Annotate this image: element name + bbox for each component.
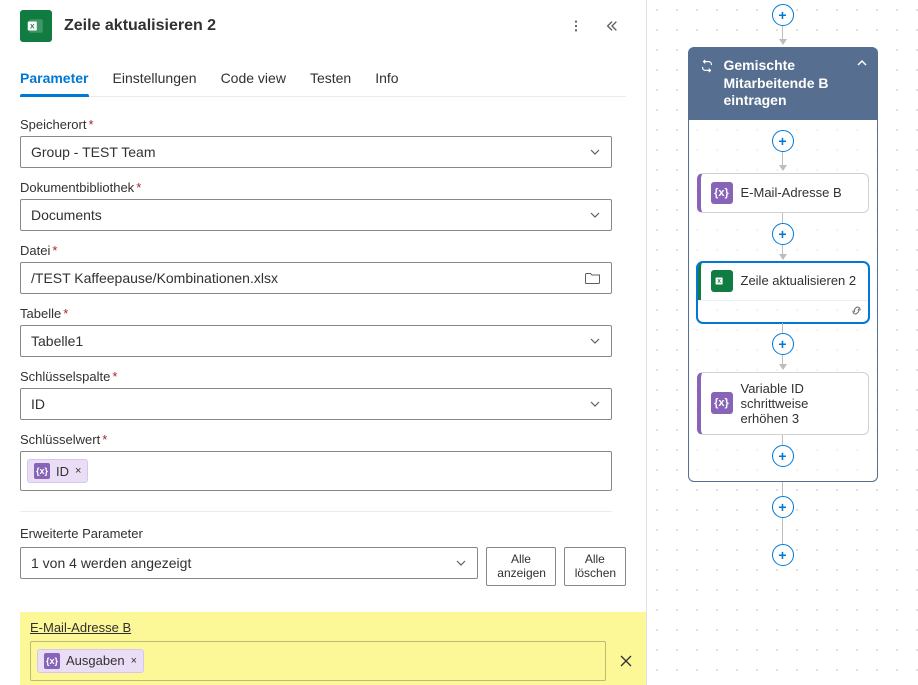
tab-settings[interactable]: Einstellungen: [113, 62, 197, 96]
flow-canvas[interactable]: + Gemischte Mitarbeitende B eintragen + …: [646, 0, 918, 685]
email-b-label: E-Mail-Adresse B: [30, 620, 638, 635]
table-dropdown[interactable]: Tabelle1: [20, 325, 612, 357]
file-input[interactable]: /TEST Kaffeepause/Kombinationen.xlsx: [20, 262, 612, 294]
tabs: Parameter Einstellungen Code view Testen…: [20, 62, 626, 97]
ausgaben-token[interactable]: {x} Ausgaben ×: [37, 649, 144, 673]
svg-text:X: X: [30, 23, 35, 30]
tab-parameter[interactable]: Parameter: [20, 62, 89, 96]
link-indicator: [697, 300, 869, 323]
keycol-dropdown[interactable]: ID: [20, 388, 612, 420]
arrow-icon: [779, 364, 787, 370]
panel-header: X Zeile aktualisieren 2: [20, 10, 626, 42]
remove-field-button[interactable]: [614, 649, 638, 673]
clear-all-button[interactable]: Allelöschen: [564, 547, 626, 586]
chevron-down-icon: [589, 335, 601, 347]
chevron-down-icon: [589, 146, 601, 158]
excel-icon: X: [711, 270, 733, 292]
remove-token-button[interactable]: ×: [75, 465, 81, 477]
fx-icon: {x}: [711, 182, 733, 204]
file-label: Datei*: [20, 243, 626, 258]
email-b-action[interactable]: {x} E-Mail-Adresse B: [697, 173, 869, 213]
keycol-label: Schlüsselspalte*: [20, 369, 626, 384]
location-label: Speicherort*: [20, 117, 626, 132]
loop-header[interactable]: Gemischte Mitarbeitende B eintragen: [688, 47, 878, 120]
fx-icon: {x}: [34, 463, 50, 479]
add-step-button[interactable]: +: [772, 496, 794, 518]
keyval-label: Schlüsselwert*: [20, 432, 626, 447]
chevron-up-icon[interactable]: [856, 57, 868, 69]
close-icon: [618, 653, 634, 669]
loop-icon: [700, 59, 714, 73]
loop-body: + {x} E-Mail-Adresse B + X Zeile aktuali…: [688, 120, 878, 482]
more-vertical-icon: [569, 19, 583, 33]
fx-icon: {x}: [44, 653, 60, 669]
tab-test[interactable]: Testen: [310, 62, 351, 96]
add-step-button[interactable]: +: [772, 223, 794, 245]
keyval-token[interactable]: {x} ID ×: [27, 459, 88, 483]
folder-icon[interactable]: [585, 270, 601, 286]
keyval-input[interactable]: {x} ID ×: [20, 451, 612, 491]
add-step-button[interactable]: +: [772, 333, 794, 355]
link-icon: [850, 304, 863, 317]
email-b-input[interactable]: {x} Ausgaben ×: [30, 641, 606, 681]
divider: [20, 511, 612, 512]
email-b-field: E-Mail-Adresse B {x} Ausgaben ×: [20, 612, 646, 685]
add-step-button[interactable]: +: [772, 4, 794, 26]
add-step-button[interactable]: +: [772, 544, 794, 566]
library-dropdown[interactable]: Documents: [20, 199, 612, 231]
chevron-down-icon: [589, 398, 601, 410]
add-step-button[interactable]: +: [772, 130, 794, 152]
more-button[interactable]: [562, 12, 590, 40]
excel-icon: X: [20, 10, 52, 42]
table-label: Tabelle*: [20, 306, 626, 321]
tab-info[interactable]: Info: [375, 62, 398, 96]
arrow-icon: [779, 39, 787, 45]
chevron-down-icon: [455, 557, 467, 569]
collapse-button[interactable]: [598, 12, 626, 40]
advanced-label: Erweiterte Parameter: [20, 526, 626, 541]
remove-token-button[interactable]: ×: [131, 655, 137, 667]
arrow-icon: [779, 165, 787, 171]
advanced-dropdown[interactable]: 1 von 4 werden angezeigt: [20, 547, 478, 579]
show-all-button[interactable]: Alleanzeigen: [486, 547, 555, 586]
svg-text:X: X: [717, 278, 721, 284]
library-label: Dokumentbibliothek*: [20, 180, 626, 195]
chevron-double-left-icon: [605, 19, 619, 33]
update-row-action-selected[interactable]: X Zeile aktualisieren 2: [697, 262, 869, 323]
arrow-icon: [779, 254, 787, 260]
tab-codeview[interactable]: Code view: [221, 62, 286, 96]
add-step-button[interactable]: +: [772, 445, 794, 467]
location-dropdown[interactable]: Group - TEST Team: [20, 136, 612, 168]
chevron-down-icon: [589, 209, 601, 221]
fx-icon: {x}: [711, 392, 733, 414]
increment-var-action[interactable]: {x} Variable ID schrittweise erhöhen 3: [697, 372, 869, 435]
settings-panel: X Zeile aktualisieren 2 Parameter Einste…: [0, 0, 646, 685]
panel-title: Zeile aktualisieren 2: [64, 17, 550, 35]
